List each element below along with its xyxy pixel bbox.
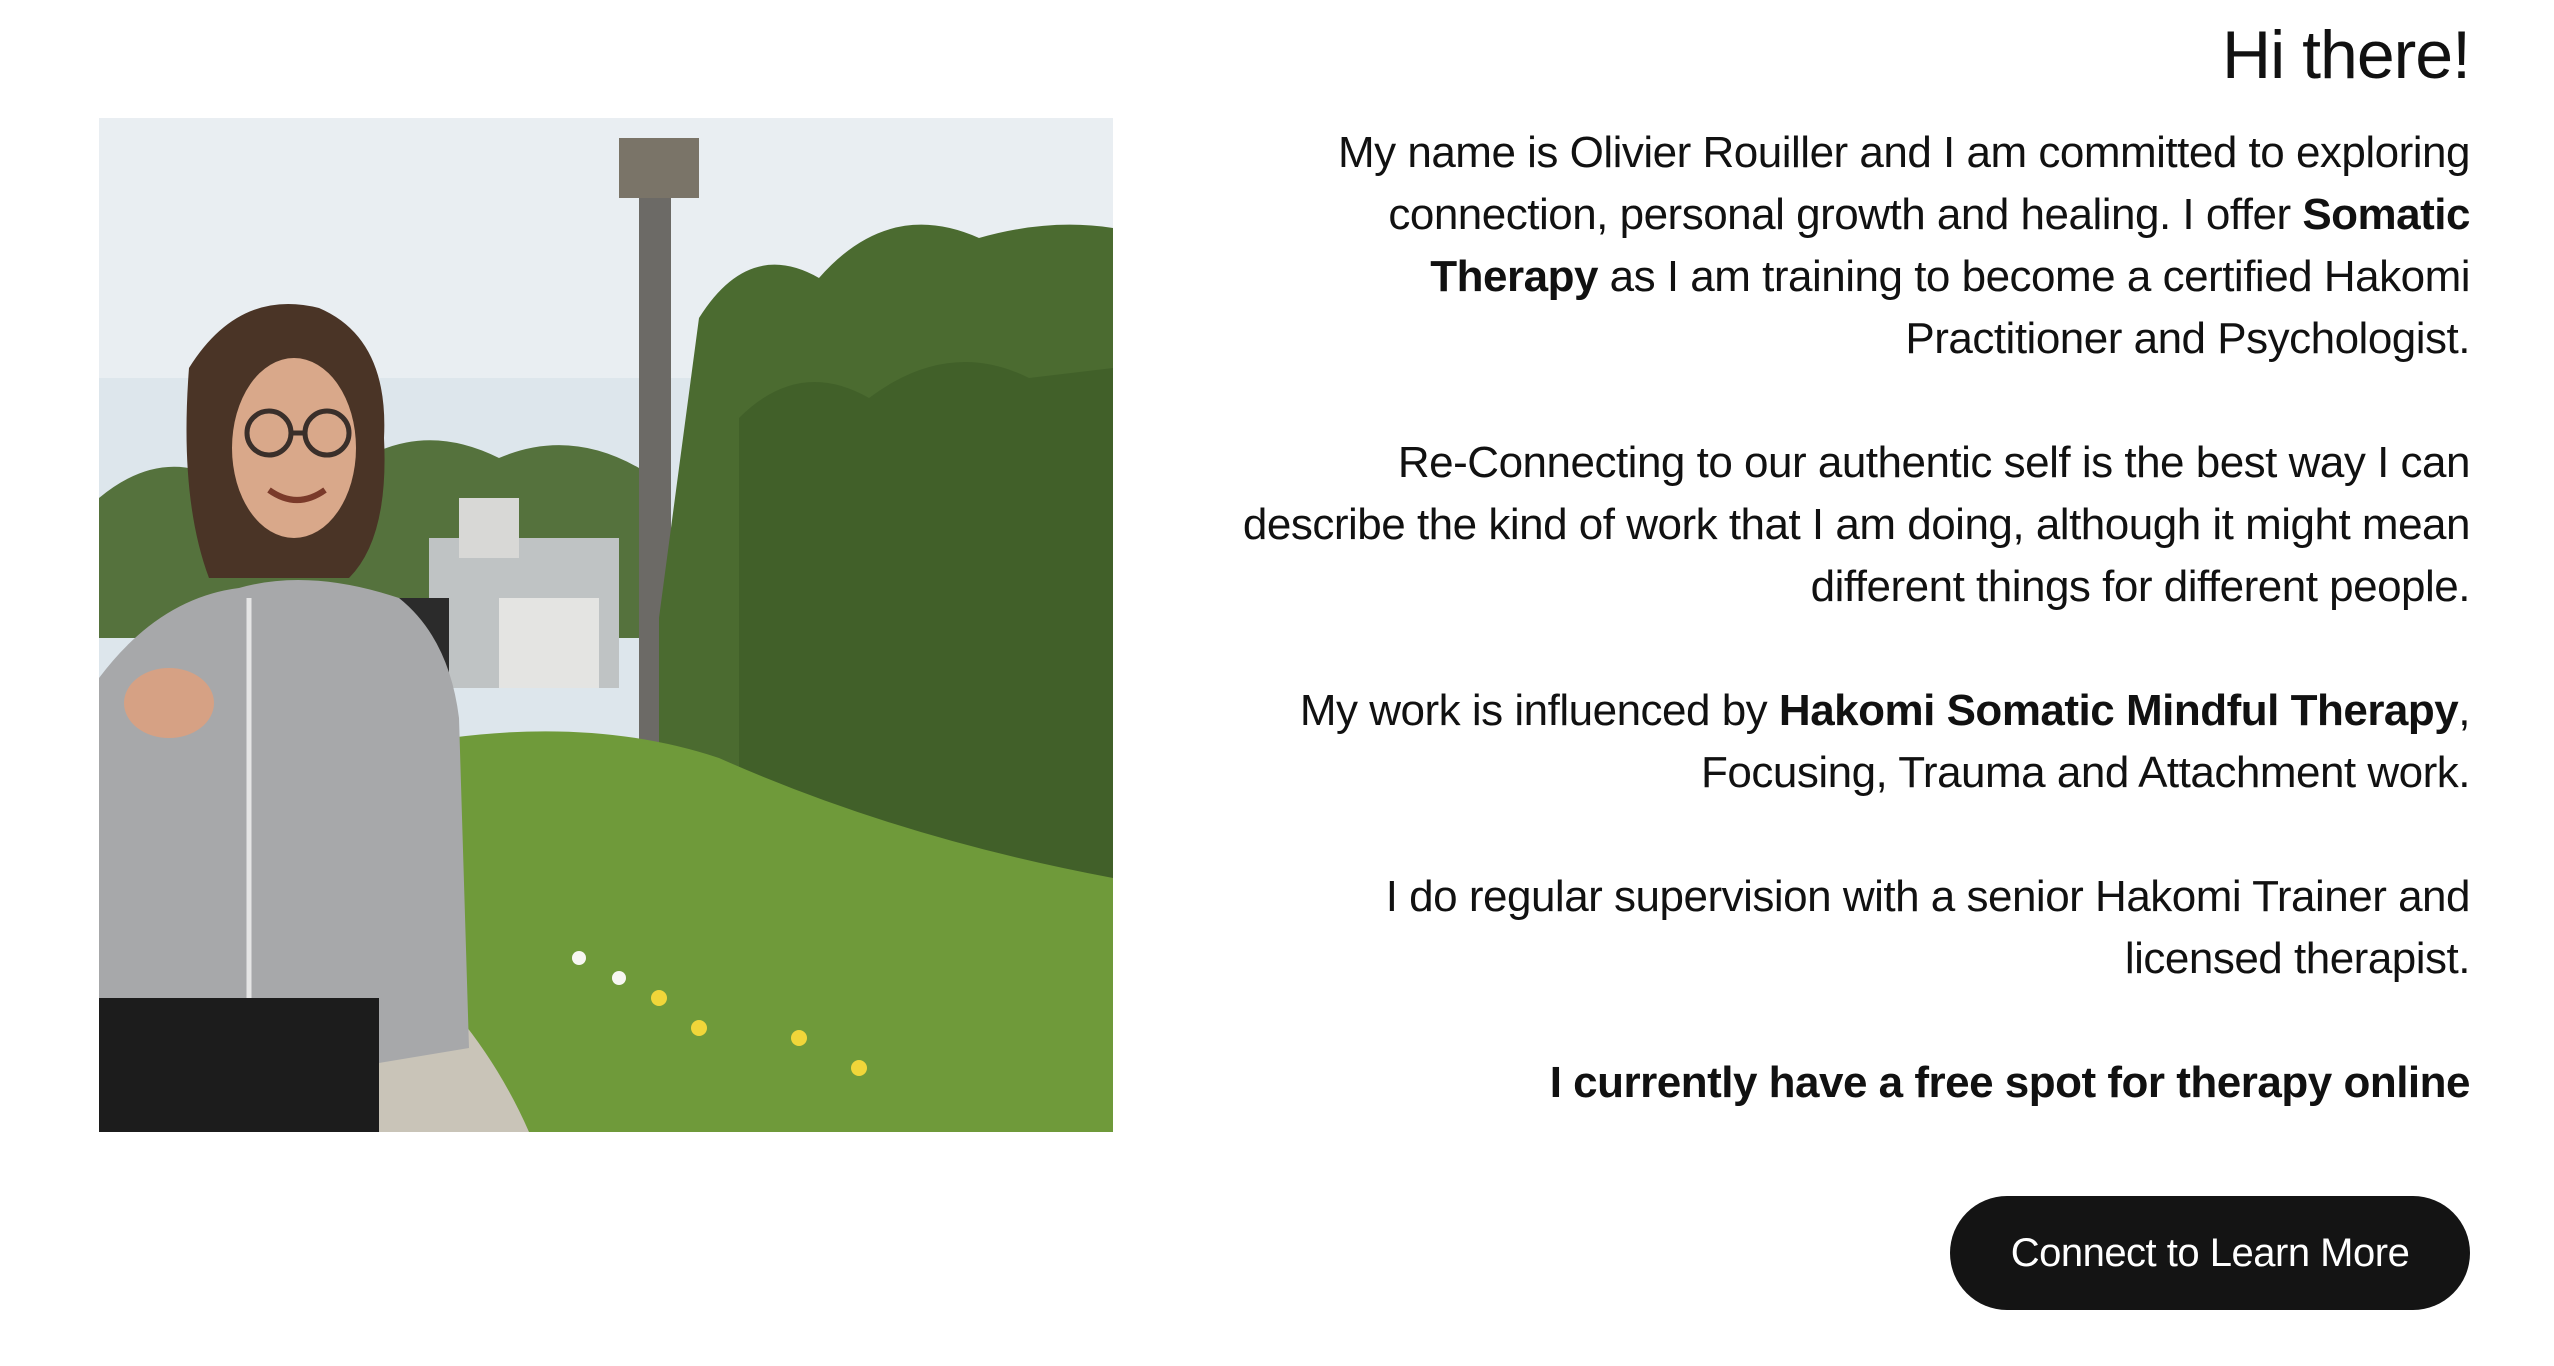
page-title: Hi there! [2222,17,2471,93]
intro-paragraph-4: I do regular supervision with a senior H… [1385,872,2471,983]
profile-photo-image [99,118,1113,1132]
intro-paragraph-1: My name is Olivier Rouiller and I am com… [1240,122,2471,370]
hakomi-therapy-emphasis: Hakomi Somatic Mindful Therapy [1778,686,2459,735]
intro-paragraph-3: My work is influenced by Hakomi Somatic … [1240,680,2471,804]
intro-paragraph-1-text-c: as I am training to become a certified H… [1597,252,2471,363]
intro-section: Hi there! My name is Olivier Rouiller an… [1240,0,2471,1114]
connect-button[interactable]: Connect to Learn More [1950,1196,2470,1310]
intro-paragraph-2: Re-Connecting to our authentic self is t… [1242,438,2471,611]
intro-paragraph-3-text-a: My work is influenced by [1299,686,1779,735]
intro-paragraph-1-text-a: My name is Olivier Rouiller and I am com… [1337,128,2471,239]
profile-photo [99,118,1113,1132]
availability-note: I currently have a free spot for therapy… [1549,1058,2471,1107]
